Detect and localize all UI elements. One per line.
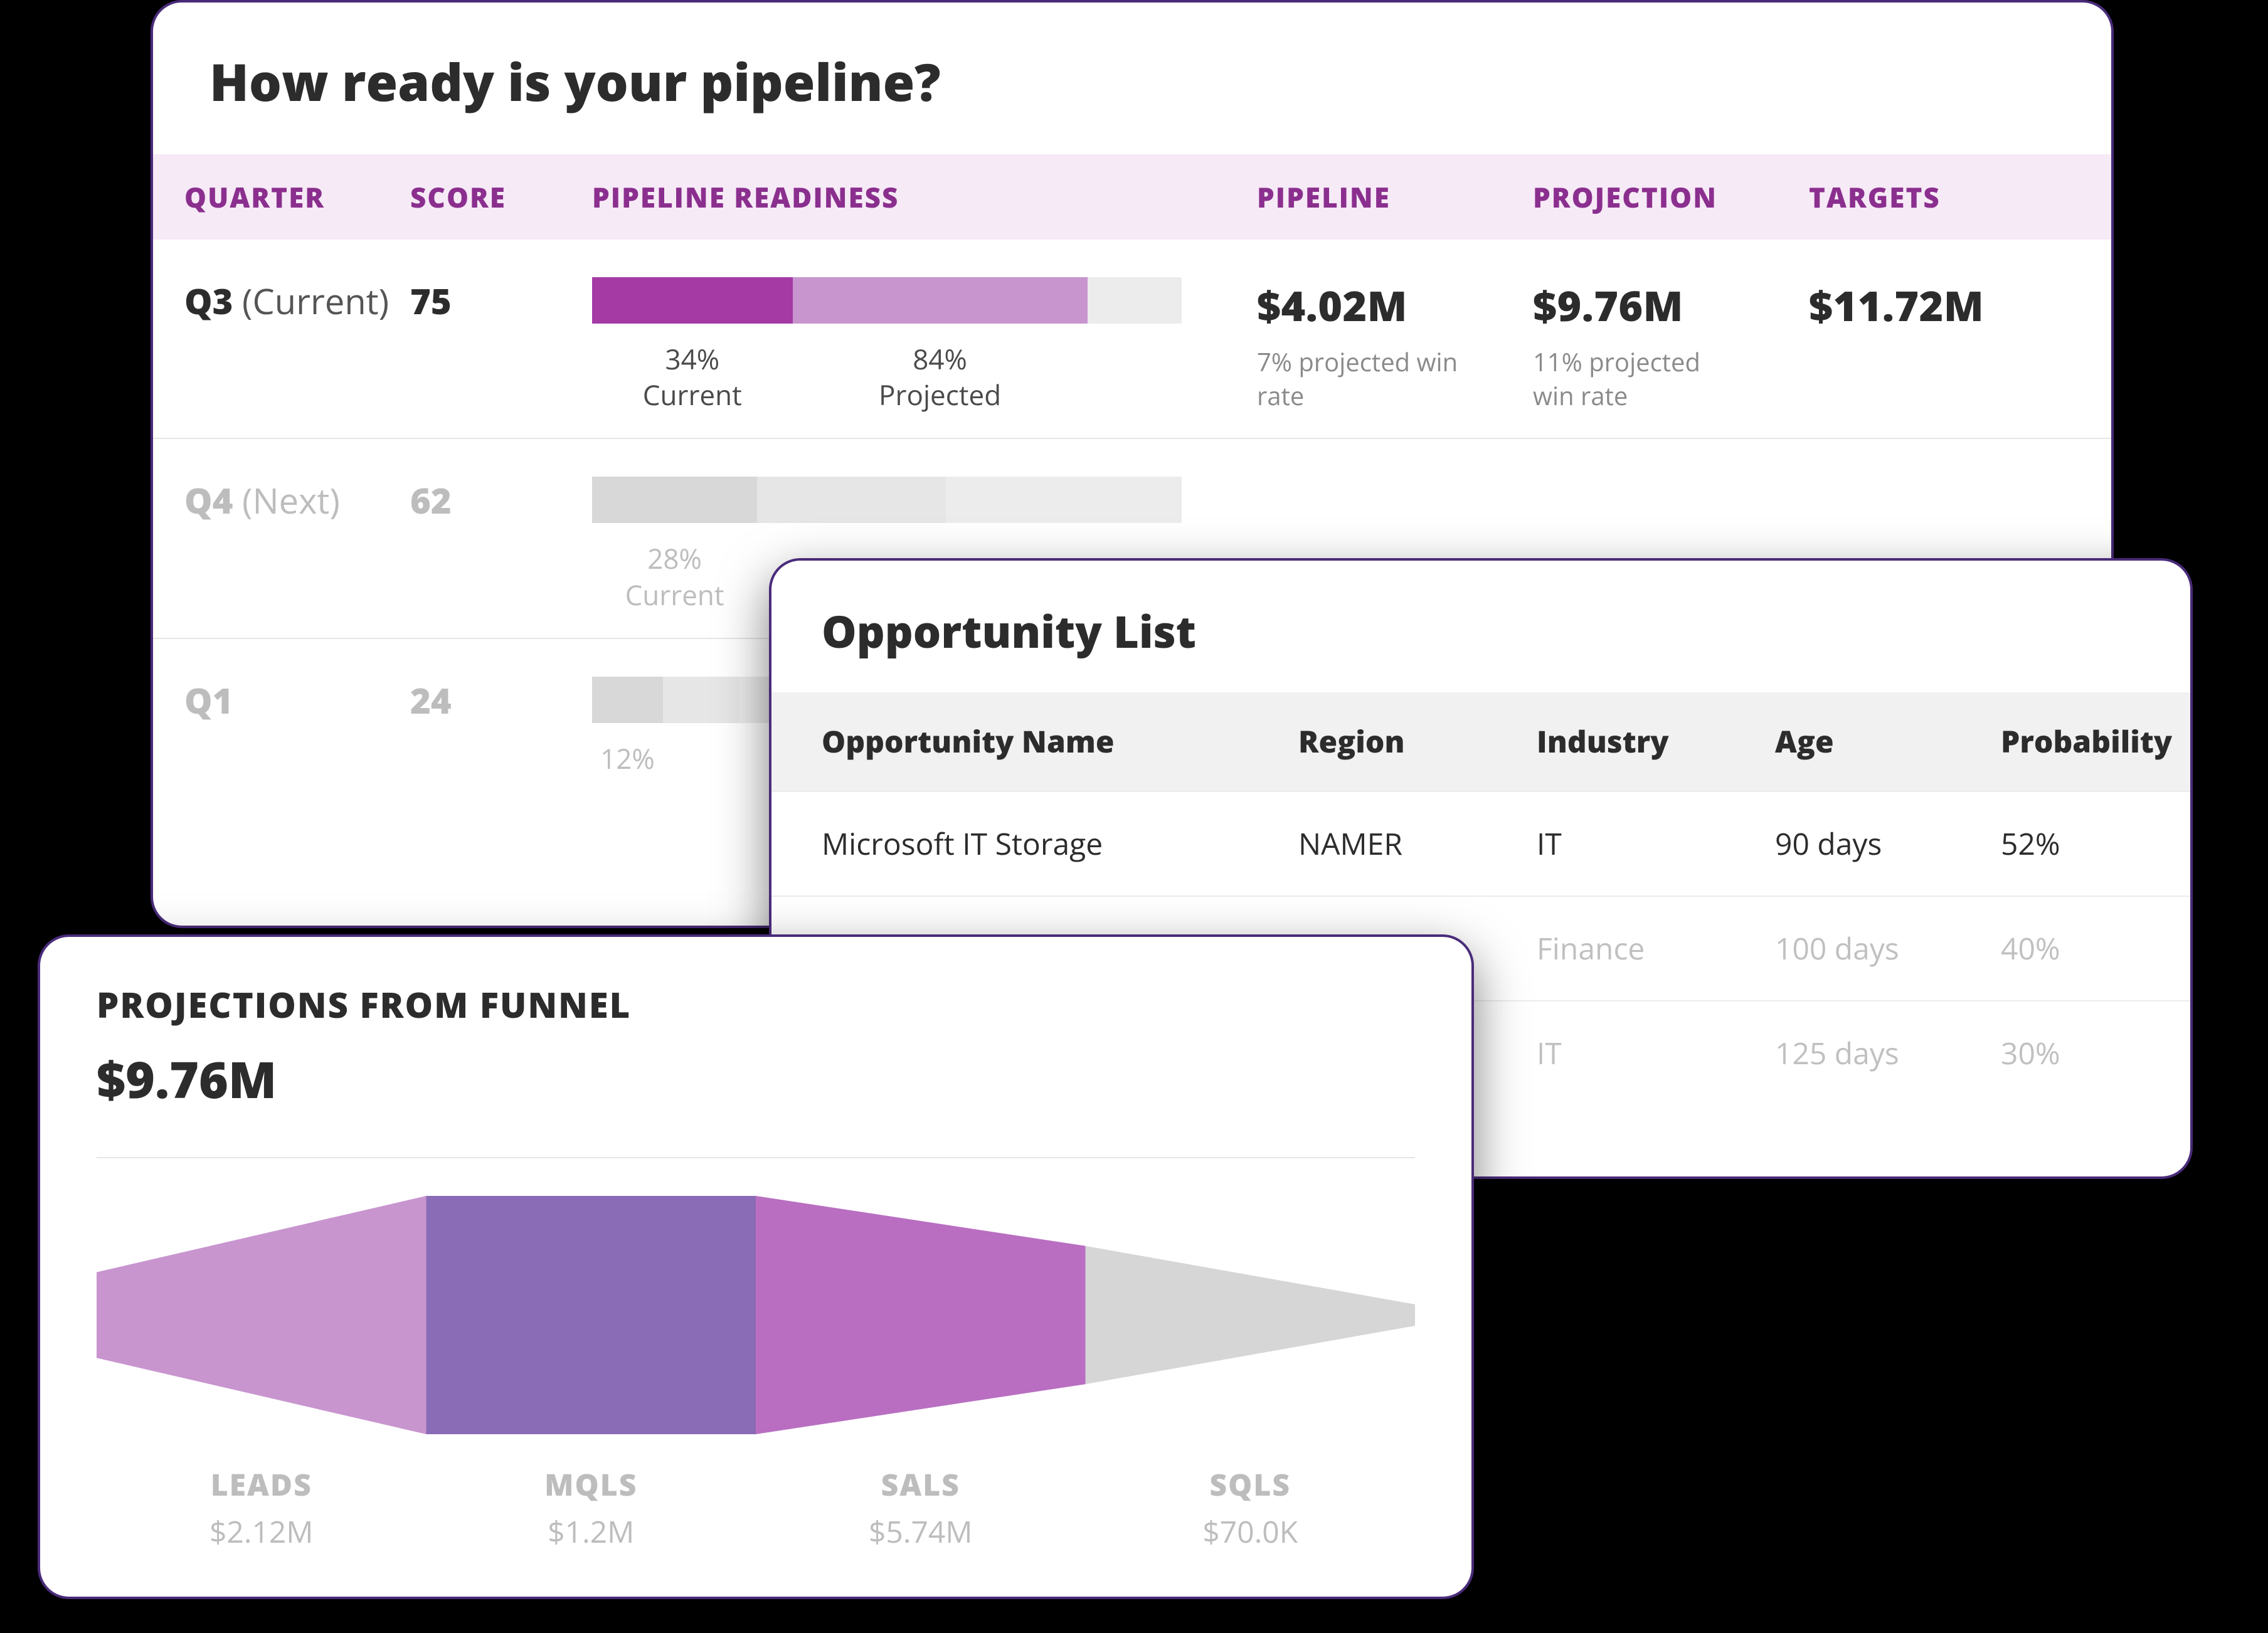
col-opp-age: Age bbox=[1775, 721, 2001, 762]
funnel-chart bbox=[97, 1196, 1415, 1434]
quarter-label: Q1 bbox=[184, 677, 410, 724]
opportunity-row[interactable]: Microsoft IT StorageNAMERIT90 days52% bbox=[771, 791, 2190, 896]
funnel-stage-label: MQLS$1.2M bbox=[427, 1464, 756, 1552]
col-quarter: QUARTER bbox=[184, 178, 410, 216]
readiness-current-label: 12% bbox=[592, 741, 663, 776]
funnel-stage-label: SALS$5.74M bbox=[756, 1464, 1086, 1552]
col-pipeline: PIPELINE bbox=[1257, 178, 1533, 216]
quarter-label: Q3 (Current) bbox=[184, 277, 410, 325]
funnel-title: PROJECTIONS FROM FUNNEL bbox=[97, 981, 1415, 1028]
col-projection: PROJECTION bbox=[1533, 178, 1809, 216]
opportunity-list-title: Opportunity List bbox=[771, 561, 2190, 692]
targets-cell: $11.72M bbox=[1809, 277, 2060, 334]
projection-cell: $9.76M 11% projected win rate bbox=[1533, 277, 1809, 413]
col-targets: TARGETS bbox=[1809, 178, 2060, 216]
pipeline-cell: $4.02M 7% projected win rate bbox=[1257, 277, 1533, 413]
funnel-stage-label: LEADS$2.12M bbox=[97, 1464, 427, 1552]
funnel-segment bbox=[427, 1196, 756, 1434]
opp-probability: 40% bbox=[2001, 928, 2193, 969]
projection-value: $9.76M bbox=[1533, 277, 1809, 334]
funnel-stage-label: SQLS$70.0K bbox=[1086, 1464, 1416, 1552]
opp-probability: 30% bbox=[2001, 1033, 2193, 1074]
col-opp-region: Region bbox=[1298, 721, 1537, 762]
col-opp-probability: Probability bbox=[2001, 721, 2193, 762]
score-value: 75 bbox=[410, 277, 592, 325]
readiness-projected-label bbox=[663, 741, 739, 776]
funnel-segment bbox=[97, 1196, 427, 1434]
targets-value: $11.72M bbox=[1809, 277, 2060, 334]
opp-age: 100 days bbox=[1775, 928, 2001, 969]
pipeline-value: $4.02M bbox=[1257, 277, 1533, 334]
score-value: 24 bbox=[410, 677, 592, 724]
opportunity-column-headers: Opportunity Name Region Industry Age Pro… bbox=[771, 692, 2190, 791]
readiness-projected-label: 84%Projected bbox=[793, 341, 1088, 413]
funnel-projections-card: PROJECTIONS FROM FUNNEL $9.76M LEADS$2.1… bbox=[38, 934, 1474, 1599]
readiness-bar: 34%Current84%Projected bbox=[592, 277, 1182, 413]
divider bbox=[97, 1157, 1415, 1158]
opp-industry: IT bbox=[1537, 1033, 1775, 1074]
opp-probability: 52% bbox=[2001, 823, 2193, 864]
opp-region: NAMER bbox=[1298, 823, 1537, 864]
pipeline-title: How ready is your pipeline? bbox=[153, 3, 2111, 154]
readiness-current-label: 34%Current bbox=[592, 341, 793, 413]
quarter-label: Q4 (Next) bbox=[184, 477, 410, 524]
opp-industry: IT bbox=[1537, 823, 1775, 864]
pipeline-column-headers: QUARTER SCORE PIPELINE READINESS PIPELIN… bbox=[153, 154, 2111, 240]
opp-age: 125 days bbox=[1775, 1033, 2001, 1074]
col-readiness: PIPELINE READINESS bbox=[592, 178, 1257, 216]
col-score: SCORE bbox=[410, 178, 592, 216]
opp-age: 90 days bbox=[1775, 823, 2001, 864]
funnel-segment bbox=[756, 1196, 1086, 1434]
projection-subtext: 11% projected win rate bbox=[1533, 345, 1746, 413]
score-value: 62 bbox=[410, 477, 592, 524]
pipeline-row[interactable]: Q3 (Current)7534%Current84%Projected $4.0… bbox=[153, 240, 2111, 438]
col-opp-industry: Industry bbox=[1537, 721, 1775, 762]
col-opp-name: Opportunity Name bbox=[822, 721, 1298, 762]
funnel-total: $9.76M bbox=[97, 1045, 1415, 1113]
pipeline-subtext: 7% projected win rate bbox=[1257, 345, 1470, 413]
readiness-current-label: 28%Current bbox=[592, 541, 757, 612]
opp-industry: Finance bbox=[1537, 928, 1775, 969]
opp-name: Microsoft IT Storage bbox=[822, 823, 1298, 864]
funnel-segment bbox=[1086, 1246, 1416, 1384]
